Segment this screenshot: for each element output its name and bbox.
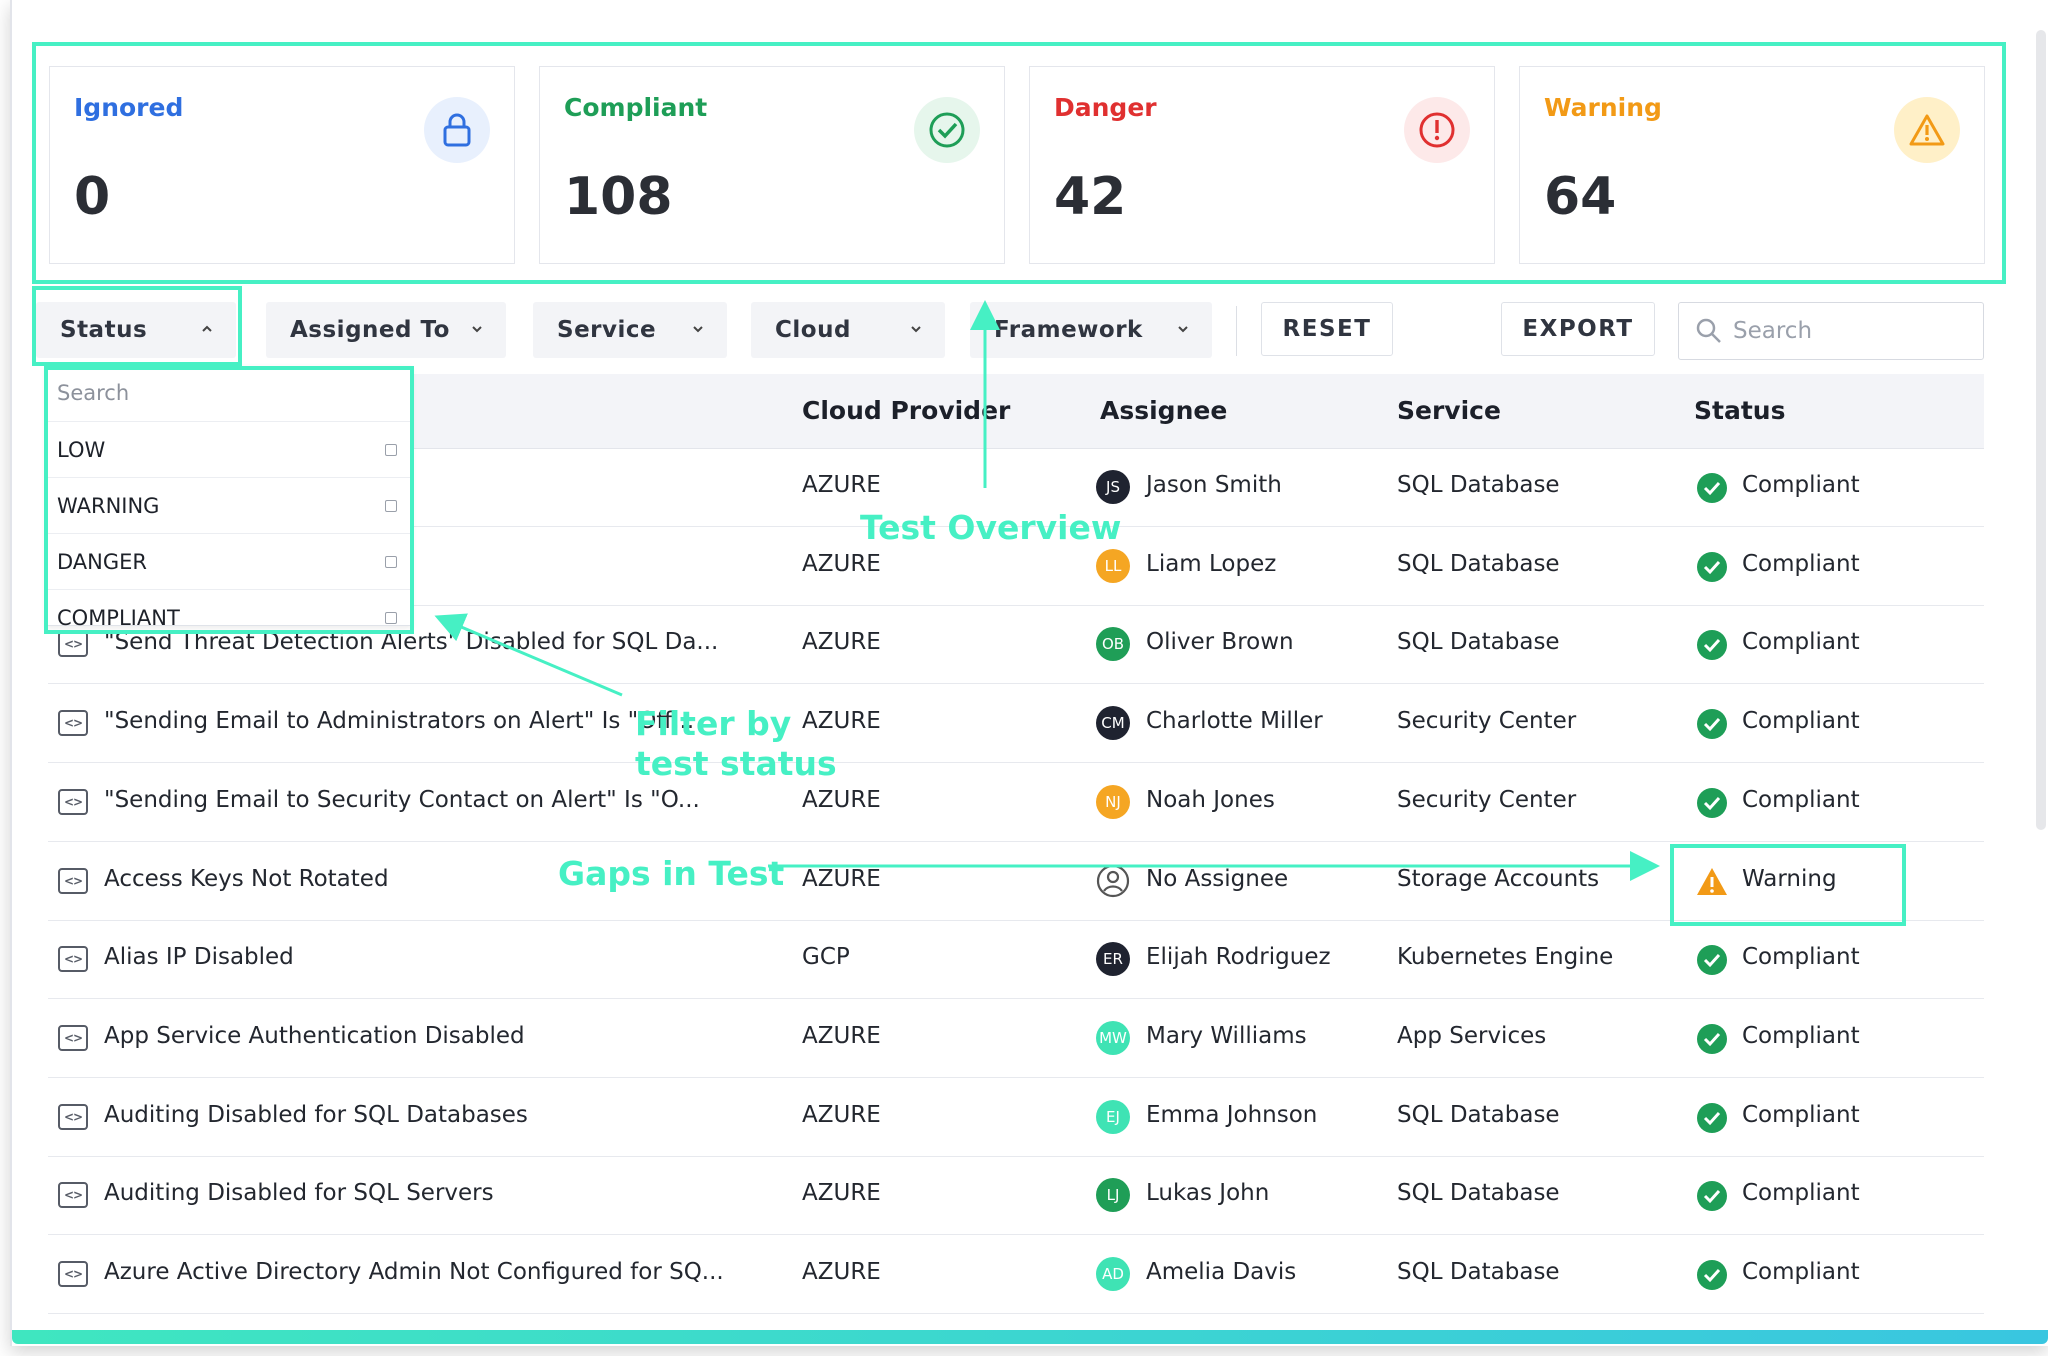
annotation-test-overview: Test Overview (860, 508, 1122, 547)
bottom-accent-bar (12, 1330, 2048, 1344)
annotation-gaps-in-test: Gaps in Test (558, 854, 785, 893)
annotation-arrows (434, 300, 1660, 881)
annotation-filter-by-line1: Filter by (635, 704, 792, 743)
annotation-filter-by-line2: test status (635, 744, 837, 783)
